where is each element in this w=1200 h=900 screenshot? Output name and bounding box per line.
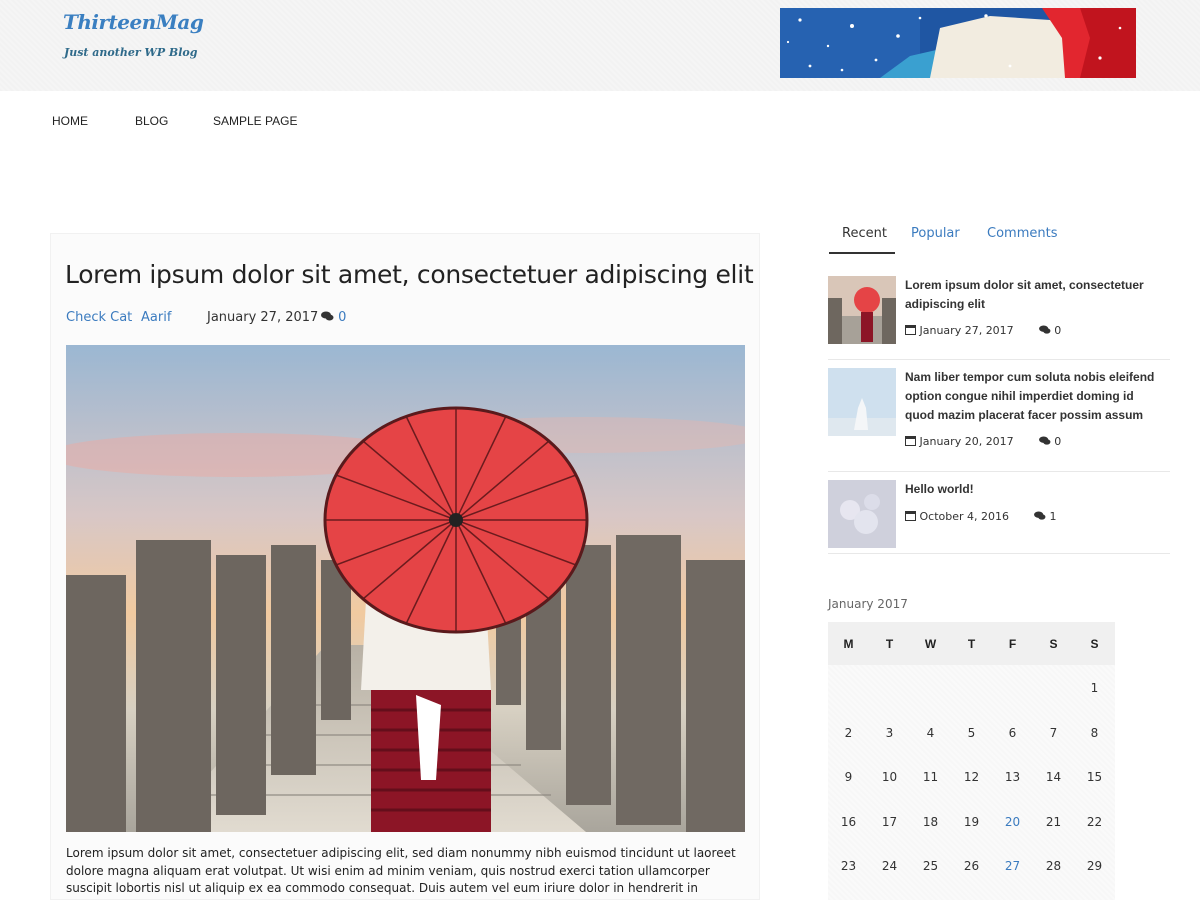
calendar-weekday-header: S — [1049, 637, 1058, 651]
calendar-day: 29 — [1086, 859, 1103, 873]
calendar-day: 28 — [1045, 859, 1062, 873]
calendar-day: 13 — [1004, 770, 1021, 784]
tab-popular[interactable]: Popular — [911, 226, 960, 241]
calendar-day-link[interactable]: 27 — [992, 859, 1033, 873]
calendar-day: 26 — [963, 859, 980, 873]
calendar-day: 10 — [881, 770, 898, 784]
calendar-day: 17 — [881, 815, 898, 829]
post-excerpt: Lorem ipsum dolor sit amet, consectetuer… — [66, 846, 736, 900]
calendar-day: 5 — [967, 726, 976, 740]
calendar-day: 21 — [1045, 815, 1062, 829]
active-tab-indicator — [829, 252, 895, 254]
tab-recent[interactable]: Recent — [842, 226, 887, 241]
comments-icon — [1038, 436, 1051, 445]
calendar-icon — [905, 325, 916, 335]
recent-post-date: October 4, 2016 — [919, 510, 1010, 523]
recent-post-thumbnail[interactable] — [828, 480, 896, 548]
calendar-caption: January 2017 — [828, 597, 908, 611]
calendar-day: 11 — [922, 770, 939, 784]
calendar-day: 4 — [926, 726, 935, 740]
list-item: Hello world! October 4, 2016 1 — [828, 480, 1170, 554]
recent-post-comments: 0 — [1054, 435, 1062, 448]
calendar-day: 15 — [1086, 770, 1103, 784]
post-featured-image[interactable] — [66, 345, 745, 832]
calendar-day: 9 — [844, 770, 853, 784]
nav-item-sample-page[interactable]: SAMPLE PAGE — [213, 114, 297, 128]
calendar-day: 1 — [1090, 681, 1099, 695]
post-author-link[interactable]: Aarif — [141, 309, 171, 327]
calendar-day: 6 — [1008, 726, 1017, 740]
calendar-day: 16 — [840, 815, 857, 829]
calendar-day: 25 — [922, 859, 939, 873]
calendar-day: 23 — [840, 859, 857, 873]
recent-post-date: January 20, 2017 — [919, 435, 1014, 448]
recent-post-title[interactable]: Hello world! — [905, 480, 1165, 499]
calendar-widget: MTWTFSS 1 2 3 4 5 6 7 8 9 10 11 12 13 14 15 16 17 18 19 20 2… — [828, 622, 1115, 900]
calendar-day: 7 — [1049, 726, 1058, 740]
recent-post-comments: 0 — [1054, 324, 1062, 337]
main-navigation: HOME BLOG SAMPLE PAGE — [0, 91, 1200, 151]
post-comments[interactable]: 0 — [321, 309, 346, 327]
recent-post-title[interactable]: Nam liber tempor cum soluta nobis eleife… — [905, 368, 1165, 425]
comments-icon — [321, 311, 334, 321]
sidebar-tabs: Recent Popular Comments — [828, 222, 1170, 254]
calendar-day: 12 — [963, 770, 980, 784]
post-date: January 27, 2017 — [207, 310, 319, 325]
post-comments-count[interactable]: 0 — [338, 310, 346, 325]
calendar-icon — [905, 511, 916, 521]
site-title[interactable]: ThirteenMag — [63, 10, 204, 34]
post-title[interactable]: Lorem ipsum dolor sit amet, consectetuer… — [65, 258, 755, 292]
calendar-day: 22 — [1086, 815, 1103, 829]
calendar-day: 2 — [844, 726, 853, 740]
post-category-link[interactable]: Check Cat — [66, 309, 132, 327]
calendar-day: 3 — [885, 726, 894, 740]
recent-post-meta: January 20, 2017 0 — [905, 434, 1061, 450]
calendar-day: 18 — [922, 815, 939, 829]
nav-item-blog[interactable]: BLOG — [135, 114, 168, 128]
calendar-weekday-header: M — [843, 637, 854, 651]
recent-post-title[interactable]: Lorem ipsum dolor sit amet, consectetuer… — [905, 276, 1165, 314]
site-tagline: Just another WP Blog — [64, 46, 198, 59]
comments-icon — [1034, 511, 1046, 520]
recent-post-meta: January 27, 2017 0 — [905, 323, 1061, 339]
recent-post-thumbnail[interactable] — [828, 276, 896, 344]
header-banner-image[interactable] — [780, 8, 1136, 78]
calendar-weekday-header: W — [924, 637, 937, 651]
site-header: ThirteenMag Just another WP Blog — [0, 0, 1200, 91]
calendar-weekday-header: T — [885, 637, 894, 651]
calendar-day: 19 — [963, 815, 980, 829]
recent-post-comments: 1 — [1049, 510, 1057, 523]
tab-comments[interactable]: Comments — [987, 226, 1057, 241]
calendar-day: 14 — [1045, 770, 1062, 784]
list-item: Nam liber tempor cum soluta nobis eleife… — [828, 368, 1170, 472]
recent-post-date: January 27, 2017 — [919, 324, 1014, 337]
calendar-day-link[interactable]: 20 — [992, 815, 1033, 829]
calendar-header-row: MTWTFSS — [828, 622, 1115, 665]
recent-post-thumbnail[interactable] — [828, 368, 896, 436]
nav-item-home[interactable]: HOME — [52, 114, 88, 128]
calendar-weekday-header: T — [967, 637, 976, 651]
list-item: Lorem ipsum dolor sit amet, consectetuer… — [828, 276, 1170, 360]
calendar-icon — [905, 436, 916, 446]
calendar-day: 24 — [881, 859, 898, 873]
recent-post-meta: October 4, 2016 1 — [905, 509, 1057, 525]
calendar-weekday-header: S — [1090, 637, 1099, 651]
calendar-day: 8 — [1090, 726, 1099, 740]
comments-icon — [1038, 325, 1051, 334]
calendar-weekday-header: F — [1008, 637, 1017, 651]
